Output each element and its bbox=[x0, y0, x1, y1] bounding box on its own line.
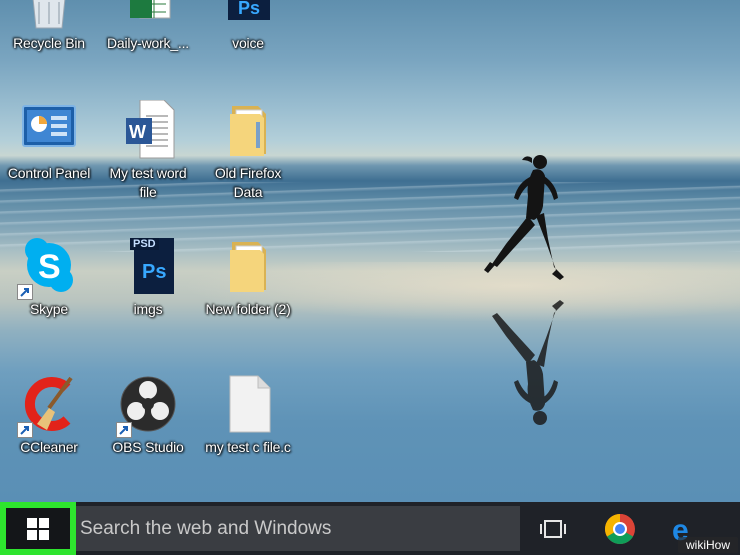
desktop-icon-label: New folder (2) bbox=[205, 301, 291, 317]
desktop-icon-control-panel[interactable]: Control Panel bbox=[3, 100, 95, 183]
wikihow-watermark: wikiHow bbox=[677, 537, 738, 553]
desktop-icon-skype[interactable]: S Skype bbox=[3, 236, 95, 319]
desktop-icon-label: OBS Studio bbox=[112, 439, 184, 455]
desktop-icon-daily-work[interactable]: Daily-work_... bbox=[102, 0, 194, 53]
obs-studio-icon bbox=[116, 374, 178, 438]
shortcut-arrow-icon bbox=[116, 422, 132, 438]
desktop-icon-label: Control Panel bbox=[7, 165, 91, 181]
task-view-icon bbox=[540, 519, 566, 538]
desktop-icon-imgs[interactable]: Ps PSD imgs bbox=[102, 236, 194, 319]
ccleaner-icon bbox=[17, 374, 79, 438]
desktop-icon-label: Daily-work_... bbox=[107, 35, 189, 51]
photoshop-file-icon: Ps bbox=[218, 0, 278, 30]
svg-text:Ps: Ps bbox=[238, 0, 260, 18]
word-file-icon: W bbox=[118, 99, 178, 160]
control-panel-icon bbox=[19, 100, 79, 160]
blank-file-icon bbox=[218, 374, 278, 434]
desktop-icon-label: Skype bbox=[30, 301, 68, 317]
chrome-taskbar-button[interactable] bbox=[592, 502, 648, 555]
search-box[interactable]: Search the web and Windows bbox=[68, 506, 520, 551]
windows-logo-icon bbox=[27, 517, 49, 540]
desktop-icon-voice[interactable]: Ps voice bbox=[202, 0, 294, 53]
watermark-prefix: wiki bbox=[685, 538, 706, 552]
excel-file-icon bbox=[118, 0, 178, 30]
task-view-button[interactable] bbox=[525, 502, 581, 555]
svg-text:Ps: Ps bbox=[142, 261, 166, 283]
desktop-icon-my-test-word-file[interactable]: W My test word file bbox=[102, 99, 194, 202]
svg-text:W: W bbox=[129, 122, 146, 142]
start-button[interactable] bbox=[0, 502, 76, 555]
desktop-icon-my-test-c-file[interactable]: my test c file.c bbox=[202, 374, 294, 457]
desktop-icon-label: imgs bbox=[133, 301, 163, 317]
search-placeholder: Search the web and Windows bbox=[80, 517, 332, 539]
desktop-icon-label: My test word file bbox=[109, 165, 187, 200]
desktop-icon-label: CCleaner bbox=[20, 439, 78, 455]
desktop-icon-label: voice bbox=[232, 35, 264, 51]
svg-text:S: S bbox=[38, 248, 61, 286]
folder-icon bbox=[218, 100, 278, 160]
photoshop-file-icon: Ps PSD bbox=[118, 236, 178, 296]
chrome-icon bbox=[604, 513, 635, 544]
desktop-icon-old-firefox-data[interactable]: Old Firefox Data bbox=[202, 100, 294, 202]
desktop-icon-obs-studio[interactable]: OBS Studio bbox=[102, 374, 194, 457]
desktop-icon-recycle-bin[interactable]: Recycle Bin bbox=[3, 0, 95, 53]
desktop-icon-label: Old Firefox Data bbox=[214, 165, 282, 200]
runner-reflection bbox=[492, 300, 564, 425]
desktop-icon-label: my test c file.c bbox=[205, 439, 291, 455]
recycle-bin-icon bbox=[19, 0, 79, 30]
taskbar: Search the web and Windows e wikiHow bbox=[0, 502, 740, 555]
folder-icon bbox=[218, 236, 278, 296]
shortcut-arrow-icon bbox=[17, 422, 33, 438]
desktop-icon-new-folder-2[interactable]: New folder (2) bbox=[202, 236, 294, 319]
skype-icon: S bbox=[17, 236, 79, 300]
desktop-icon-ccleaner[interactable]: CCleaner bbox=[3, 374, 95, 457]
shortcut-arrow-icon bbox=[17, 284, 33, 300]
runner-silhouette bbox=[484, 155, 564, 280]
desktop-icon-label: Recycle Bin bbox=[13, 35, 85, 51]
watermark-suffix: How bbox=[705, 538, 730, 552]
psd-badge: PSD bbox=[130, 238, 159, 250]
